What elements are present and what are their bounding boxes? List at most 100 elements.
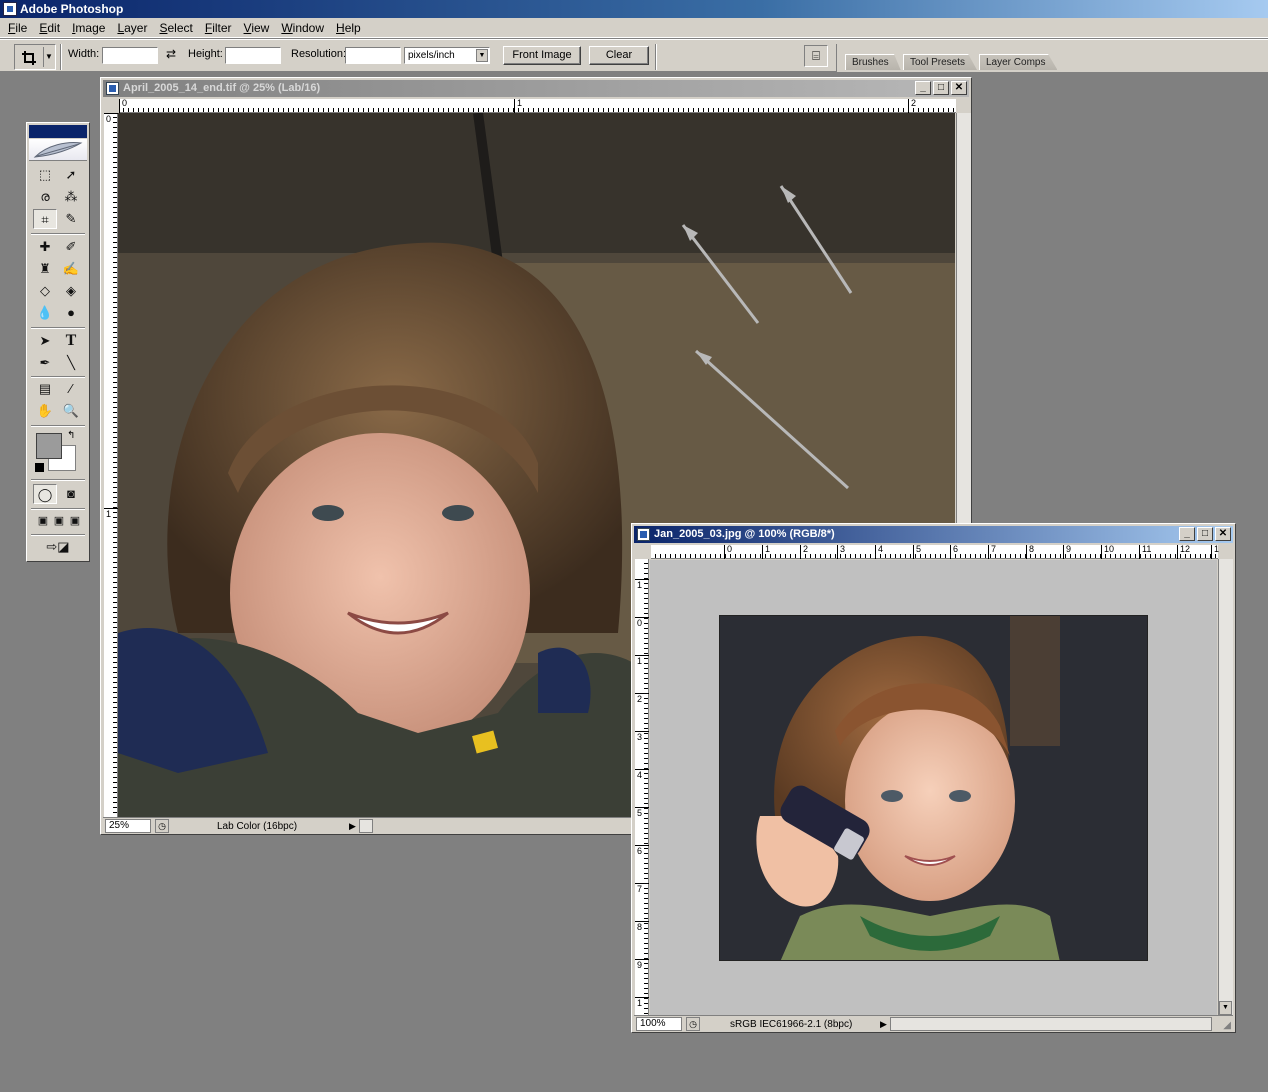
- horizontal-scrollbar[interactable]: [890, 1017, 1212, 1031]
- document-title-bar[interactable]: April_2005_14_end.tif @ 25% (Lab/16) _ □…: [103, 80, 969, 97]
- document-title: April_2005_14_end.tif @ 25% (Lab/16): [123, 82, 321, 94]
- standard-mode-icon[interactable]: ◯: [33, 484, 57, 504]
- horizontal-ruler[interactable]: 0 1 2 3 4 5 6 7 8 9 10 11 12 1: [651, 545, 1219, 559]
- resize-grip-icon[interactable]: ◢: [1223, 1018, 1231, 1033]
- close-icon[interactable]: ✕: [951, 81, 967, 95]
- ruler-tick: 1: [1211, 545, 1219, 559]
- notes-icon[interactable]: ▤: [33, 379, 57, 399]
- move-icon[interactable]: ➚: [59, 165, 83, 185]
- history-brush-icon[interactable]: ✍: [59, 259, 83, 279]
- default-colors-icon[interactable]: [35, 463, 44, 472]
- path-select-icon[interactable]: ➤: [33, 331, 57, 351]
- vertical-scrollbar[interactable]: ▼: [1218, 559, 1233, 1015]
- document-info: Lab Color (16bpc): [217, 821, 298, 832]
- lasso-icon[interactable]: ര: [33, 187, 57, 207]
- maximize-icon[interactable]: □: [933, 81, 949, 95]
- ruler-tick: 10: [1101, 545, 1114, 559]
- chevron-down-icon[interactable]: ▼: [476, 49, 488, 62]
- height-field[interactable]: [225, 47, 281, 64]
- hand-icon[interactable]: ✋: [33, 401, 57, 421]
- menu-edit[interactable]: Edit: [33, 19, 66, 37]
- document-icon: [106, 82, 119, 95]
- horizontal-ruler[interactable]: 0 1 2: [119, 99, 956, 113]
- tool-preset-picker[interactable]: ▼: [14, 44, 56, 70]
- ruler-tick: 1: [635, 655, 649, 666]
- photoshop-feather-icon[interactable]: [29, 139, 87, 161]
- ruler-tick: 8: [1026, 545, 1034, 559]
- resolution-label: Resolution:: [291, 48, 347, 60]
- front-image-button[interactable]: Front Image: [503, 46, 581, 65]
- info-menu-icon[interactable]: ◷: [686, 1017, 700, 1031]
- healing-brush-icon[interactable]: ✚: [33, 237, 57, 257]
- file-browser-icon[interactable]: ⌸: [804, 45, 828, 67]
- vertical-ruler[interactable]: 1 0 1 2 3 4 5 6 7 8 9 1: [635, 559, 649, 1015]
- clone-stamp-icon[interactable]: ♜: [33, 259, 57, 279]
- ruler-tick: 6: [635, 845, 649, 856]
- type-icon[interactable]: T: [59, 331, 83, 351]
- menu-help[interactable]: Help: [330, 19, 367, 37]
- menu-window[interactable]: Window: [275, 19, 330, 37]
- close-icon[interactable]: ✕: [1215, 527, 1231, 541]
- tab-layer-comps[interactable]: Layer Comps: [979, 54, 1058, 70]
- dodge-icon[interactable]: ●: [59, 303, 83, 323]
- tab-brushes[interactable]: Brushes: [845, 54, 901, 70]
- status-menu-arrow-icon[interactable]: ▶: [349, 819, 356, 834]
- eraser-icon[interactable]: ◇: [33, 281, 57, 301]
- width-field[interactable]: [102, 47, 158, 64]
- crop-icon[interactable]: ⌗: [33, 209, 57, 229]
- clear-button[interactable]: Clear: [589, 46, 649, 65]
- swap-dimensions-icon[interactable]: ⇄: [166, 47, 176, 61]
- tab-tool-presets[interactable]: Tool Presets: [903, 54, 978, 70]
- options-bar: ▼ Width: ⇄ Height: Resolution: pixels/in…: [0, 39, 1268, 72]
- vertical-ruler[interactable]: 0 1: [104, 113, 118, 818]
- pen-icon[interactable]: ✒: [33, 353, 57, 373]
- document-title-bar[interactable]: Jan_2005_03.jpg @ 100% (RGB/8*) _ □ ✕: [634, 526, 1233, 543]
- resolution-field[interactable]: [345, 47, 401, 64]
- ruler-tick: 7: [988, 545, 996, 559]
- ruler-tick: 8: [635, 921, 649, 932]
- zoom-field[interactable]: 25%: [105, 819, 151, 833]
- minimize-icon[interactable]: _: [915, 81, 931, 95]
- line-icon[interactable]: ╲: [59, 353, 83, 373]
- chevron-down-icon[interactable]: ▼: [43, 47, 54, 67]
- status-menu-arrow-icon[interactable]: ▶: [880, 1017, 887, 1032]
- menu-filter[interactable]: Filter: [199, 19, 238, 37]
- ruler-tick: 1: [635, 579, 649, 590]
- divider: [31, 376, 85, 378]
- magic-wand-icon[interactable]: ⁂: [59, 187, 83, 207]
- scroll-down-icon[interactable]: ▼: [1219, 1001, 1232, 1015]
- marquee-icon[interactable]: ⬚: [33, 165, 57, 185]
- ruler-tick: 3: [635, 731, 649, 742]
- zoom-field[interactable]: 100%: [636, 1017, 682, 1031]
- paint-bucket-icon[interactable]: ◈: [59, 281, 83, 301]
- ruler-tick: 1: [762, 545, 770, 559]
- photo-girl-with-phone: [719, 615, 1148, 961]
- zoom-icon[interactable]: 🔍: [59, 401, 83, 421]
- eyedropper-icon[interactable]: ⁄: [59, 379, 83, 399]
- menu-image[interactable]: Image: [66, 19, 111, 37]
- ruler-tick: 7: [635, 883, 649, 894]
- swap-colors-icon[interactable]: ↰: [67, 430, 75, 441]
- toolbox-title-bar[interactable]: [29, 125, 87, 138]
- menu-file[interactable]: File: [2, 19, 33, 37]
- app-title: Adobe Photoshop: [20, 2, 124, 16]
- full-screen-icon[interactable]: ▣: [63, 511, 87, 531]
- menu-view[interactable]: View: [238, 19, 276, 37]
- menu-select[interactable]: Select: [153, 19, 198, 37]
- jump-to-imageready-icon[interactable]: ⇨◪: [35, 537, 81, 557]
- window-controls: _ □ ✕: [915, 81, 967, 95]
- minimize-icon[interactable]: _: [1179, 527, 1195, 541]
- resolution-units-value: pixels/inch: [408, 50, 455, 61]
- resolution-units-select[interactable]: pixels/inch ▼: [404, 47, 490, 64]
- foreground-color-swatch[interactable]: [36, 433, 62, 459]
- maximize-icon[interactable]: □: [1197, 527, 1213, 541]
- ruler-tick: 2: [800, 545, 808, 559]
- ruler-tick: 5: [635, 807, 649, 818]
- menu-layer[interactable]: Layer: [111, 19, 153, 37]
- brush-icon[interactable]: ✐: [59, 237, 83, 257]
- horizontal-scroll-left-icon[interactable]: [359, 819, 373, 833]
- blur-icon[interactable]: 💧: [33, 303, 57, 323]
- quick-mask-icon[interactable]: ◙: [59, 484, 83, 504]
- info-menu-icon[interactable]: ◷: [155, 819, 169, 833]
- slice-icon[interactable]: ✎: [59, 209, 83, 229]
